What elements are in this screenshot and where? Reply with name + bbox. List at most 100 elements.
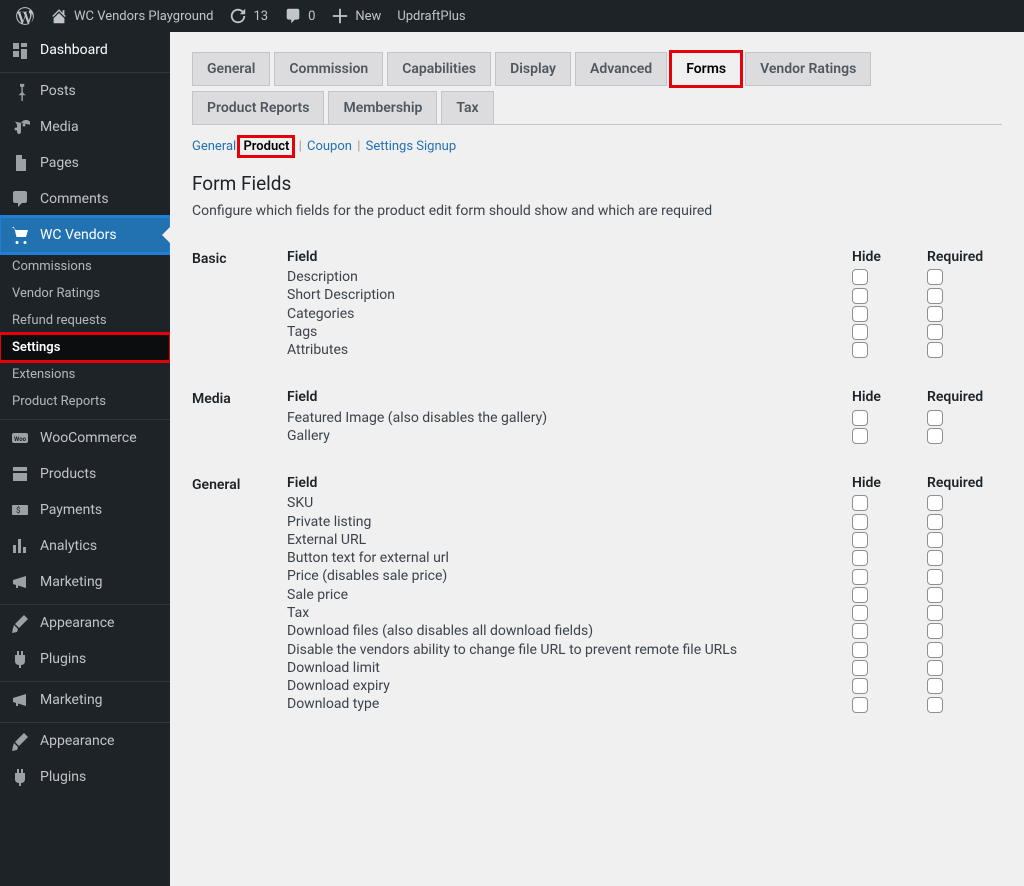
tab-forms[interactable]: Forms [671,52,741,86]
tab-tax[interactable]: Tax [441,91,493,125]
required-checkbox[interactable] [927,532,943,548]
hide-checkbox[interactable] [852,428,868,444]
hide-checkbox[interactable] [852,324,868,340]
menu-plugins-2[interactable]: Plugins [0,759,170,795]
hide-checkbox[interactable] [852,269,868,285]
hide-checkbox[interactable] [852,642,868,658]
hide-checkbox[interactable] [852,623,868,639]
menu-appearance-2[interactable]: Appearance [0,723,170,759]
required-checkbox[interactable] [927,269,943,285]
subtab-settings[interactable]: Settings [366,139,413,154]
required-checkbox[interactable] [927,288,943,304]
tab-general[interactable]: General [192,52,270,86]
updraftplus-link[interactable]: UpdraftPlus [389,0,473,32]
menu-wc-vendors[interactable]: WC Vendors [0,217,170,253]
menu-woocommerce[interactable]: Woo WooCommerce [0,420,170,456]
tab-vendor-ratings[interactable]: Vendor Ratings [745,52,871,86]
field-row: Download limit [287,659,1002,677]
tab-product-reports[interactable]: Product Reports [192,91,324,125]
required-checkbox[interactable] [927,623,943,639]
field-label: Download type [287,696,852,712]
field-label: Price (disables sale price) [287,568,852,584]
menu-plugins[interactable]: Plugins [0,641,170,677]
hide-checkbox[interactable] [852,495,868,511]
tab-display[interactable]: Display [495,52,571,86]
menu-products[interactable]: Products [0,456,170,492]
hide-checkbox[interactable] [852,532,868,548]
plus-icon [331,7,349,25]
comments-link[interactable]: 0 [276,0,323,32]
required-checkbox[interactable] [927,550,943,566]
site-name: WC Vendors Playground [74,9,213,24]
products-icon [10,464,30,484]
tab-advanced[interactable]: Advanced [575,52,667,86]
required-checkbox[interactable] [927,342,943,358]
menu-dashboard[interactable]: Dashboard [0,32,170,68]
field-row: Button text for external url [287,549,1002,567]
menu-marketing-2[interactable]: Marketing [0,682,170,718]
required-checkbox[interactable] [927,495,943,511]
column-header-field: Field [287,389,852,405]
menu-appearance[interactable]: Appearance [0,605,170,641]
hide-checkbox[interactable] [852,550,868,566]
hide-checkbox[interactable] [852,569,868,585]
hide-checkbox[interactable] [852,587,868,603]
updates-link[interactable]: 13 [221,0,276,32]
site-name-link[interactable]: WC Vendors Playground [42,0,221,32]
column-header-hide: Hide [852,249,927,265]
required-checkbox[interactable] [927,569,943,585]
new-content-link[interactable]: New [323,0,389,32]
field-row: Description [287,268,1002,286]
submenu-vendor-ratings[interactable]: Vendor Ratings [0,280,170,307]
wp-logo[interactable] [8,0,42,32]
field-label: Categories [287,306,852,322]
field-label: Short Description [287,287,852,303]
update-icon [229,7,247,25]
required-checkbox[interactable] [927,514,943,530]
menu-marketing[interactable]: Marketing [0,564,170,600]
tab-membership[interactable]: Membership [328,91,437,125]
submenu-commissions[interactable]: Commissions [0,253,170,280]
subtab-product[interactable]: Product [239,137,293,156]
required-checkbox[interactable] [927,324,943,340]
submenu-extensions[interactable]: Extensions [0,361,170,388]
submenu-product-reports[interactable]: Product Reports [0,388,170,415]
menu-comments[interactable]: Comments [0,181,170,217]
menu-pages[interactable]: Pages [0,145,170,181]
hide-checkbox[interactable] [852,605,868,621]
hide-checkbox[interactable] [852,678,868,694]
required-checkbox[interactable] [927,642,943,658]
menu-posts[interactable]: Posts [0,73,170,109]
field-row: Sale price [287,586,1002,604]
tab-capabilities[interactable]: Capabilities [387,52,491,86]
hide-checkbox[interactable] [852,697,868,713]
subtab-general[interactable]: General [192,139,236,154]
required-checkbox[interactable] [927,697,943,713]
required-checkbox[interactable] [927,678,943,694]
required-checkbox[interactable] [927,428,943,444]
hide-checkbox[interactable] [852,306,868,322]
hide-checkbox[interactable] [852,410,868,426]
menu-media[interactable]: Media [0,109,170,145]
required-checkbox[interactable] [927,306,943,322]
field-label: Tags [287,324,852,340]
submenu-refund-requests[interactable]: Refund requests [0,307,170,334]
required-checkbox[interactable] [927,587,943,603]
submenu-settings[interactable]: Settings [0,334,170,361]
required-checkbox[interactable] [927,410,943,426]
column-header-required: Required [927,249,1002,265]
field-label: Button text for external url [287,550,852,566]
required-checkbox[interactable] [927,605,943,621]
menu-analytics[interactable]: Analytics [0,528,170,564]
hide-checkbox[interactable] [852,288,868,304]
menu-payments[interactable]: $ Payments [0,492,170,528]
tab-commission[interactable]: Commission [274,52,383,86]
subtab-coupon[interactable]: Coupon [307,139,352,154]
subtab-signup[interactable]: Signup [416,139,456,154]
wordpress-icon [16,7,34,25]
hide-checkbox[interactable] [852,660,868,676]
hide-checkbox[interactable] [852,342,868,358]
group-label: Media [192,389,287,407]
required-checkbox[interactable] [927,660,943,676]
hide-checkbox[interactable] [852,514,868,530]
